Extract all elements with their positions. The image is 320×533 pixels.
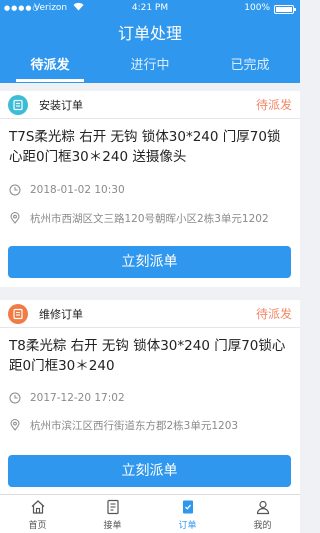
- order-address: 杭州市滨江区西行街道东方郡2栋3单元1203: [30, 419, 239, 432]
- page-title: 订单处理: [117, 24, 182, 43]
- tabbar-label: 接单: [103, 521, 122, 531]
- tabbar-item-home[interactable]: 首页: [0, 495, 75, 533]
- order-tabs: 待派发 进行中 已完成: [0, 52, 300, 83]
- order-datetime: 2018-01-02 10:30: [30, 184, 125, 196]
- battery-percentage: 100%: [244, 3, 270, 13]
- tabbar-item-receive[interactable]: 接单: [75, 495, 150, 533]
- order-address: 杭州市西湖区文三路120号朝晖小区2栋3单元1202: [30, 212, 269, 225]
- location-pin-icon: [10, 419, 20, 431]
- order-status: 待派发: [255, 307, 292, 321]
- order-card[interactable]: 安装订单 待派发 T7S柔光粽 右开 无钩 锁体30*240 门厚70锁心距0门…: [0, 91, 300, 287]
- order-address-row: 杭州市滨江区西行街道东方郡2栋3单元1203: [0, 413, 300, 437]
- order-status: 待派发: [255, 98, 292, 112]
- tabbar-item-orders[interactable]: 订单: [150, 495, 225, 533]
- install-icon: [8, 94, 28, 115]
- tabbar-label: 首页: [28, 521, 47, 531]
- order-icon: [182, 500, 193, 514]
- tabbar-label: 订单: [178, 521, 197, 531]
- tabbar-item-profile[interactable]: 我的: [225, 495, 300, 533]
- battery-icon: [274, 5, 296, 14]
- clock-icon: [9, 184, 21, 196]
- bottom-tab-bar: 首页 接单 订单 我的: [0, 494, 300, 533]
- order-card-header: 安装订单 待派发: [0, 91, 300, 119]
- order-datetime-row: 2017-12-20 17:02: [0, 386, 300, 410]
- order-datetime: 2017-12-20 17:02: [30, 392, 125, 404]
- status-bar: ●●●●○ Verizon 4:21 PM 100%: [0, 0, 300, 18]
- tab-pending[interactable]: 待派发: [0, 52, 100, 83]
- order-description: T7S柔光粽 右开 无钩 锁体30*240 门厚70锁心距0门框30＊240 送…: [9, 129, 281, 165]
- repair-icon: [8, 303, 28, 324]
- home-icon: [31, 500, 44, 514]
- order-type: 维修订单: [39, 307, 83, 321]
- order-address-row: 杭州市西湖区文三路120号朝晖小区2栋3单元1202: [0, 206, 300, 230]
- app-header: ●●●●○ Verizon 4:21 PM 100% 订单处理 待派发 进行中 …: [0, 0, 300, 83]
- clock-icon: [9, 392, 21, 404]
- tabbar-label: 我的: [253, 521, 272, 531]
- location-pin-icon: [10, 212, 20, 224]
- order-description: T8柔光粽 右开 无钩 锁体30*240 门厚70锁心距0门框30＊240: [9, 338, 286, 374]
- order-card[interactable]: 维修订单 待派发 T8柔光粽 右开 无钩 锁体30*240 门厚70锁心距0门框…: [0, 300, 300, 494]
- tab-completed[interactable]: 已完成: [200, 52, 300, 83]
- profile-icon: [256, 500, 269, 515]
- dispatch-now-button[interactable]: 立刻派单: [8, 455, 291, 487]
- dispatch-now-button[interactable]: 立刻派单: [8, 246, 291, 278]
- tab-in-progress[interactable]: 进行中: [100, 52, 200, 83]
- order-type: 安装订单: [39, 98, 83, 112]
- order-card-header: 维修订单 待派发: [0, 300, 300, 328]
- receive-order-icon: [106, 499, 119, 515]
- order-datetime-row: 2018-01-02 10:30: [0, 178, 300, 202]
